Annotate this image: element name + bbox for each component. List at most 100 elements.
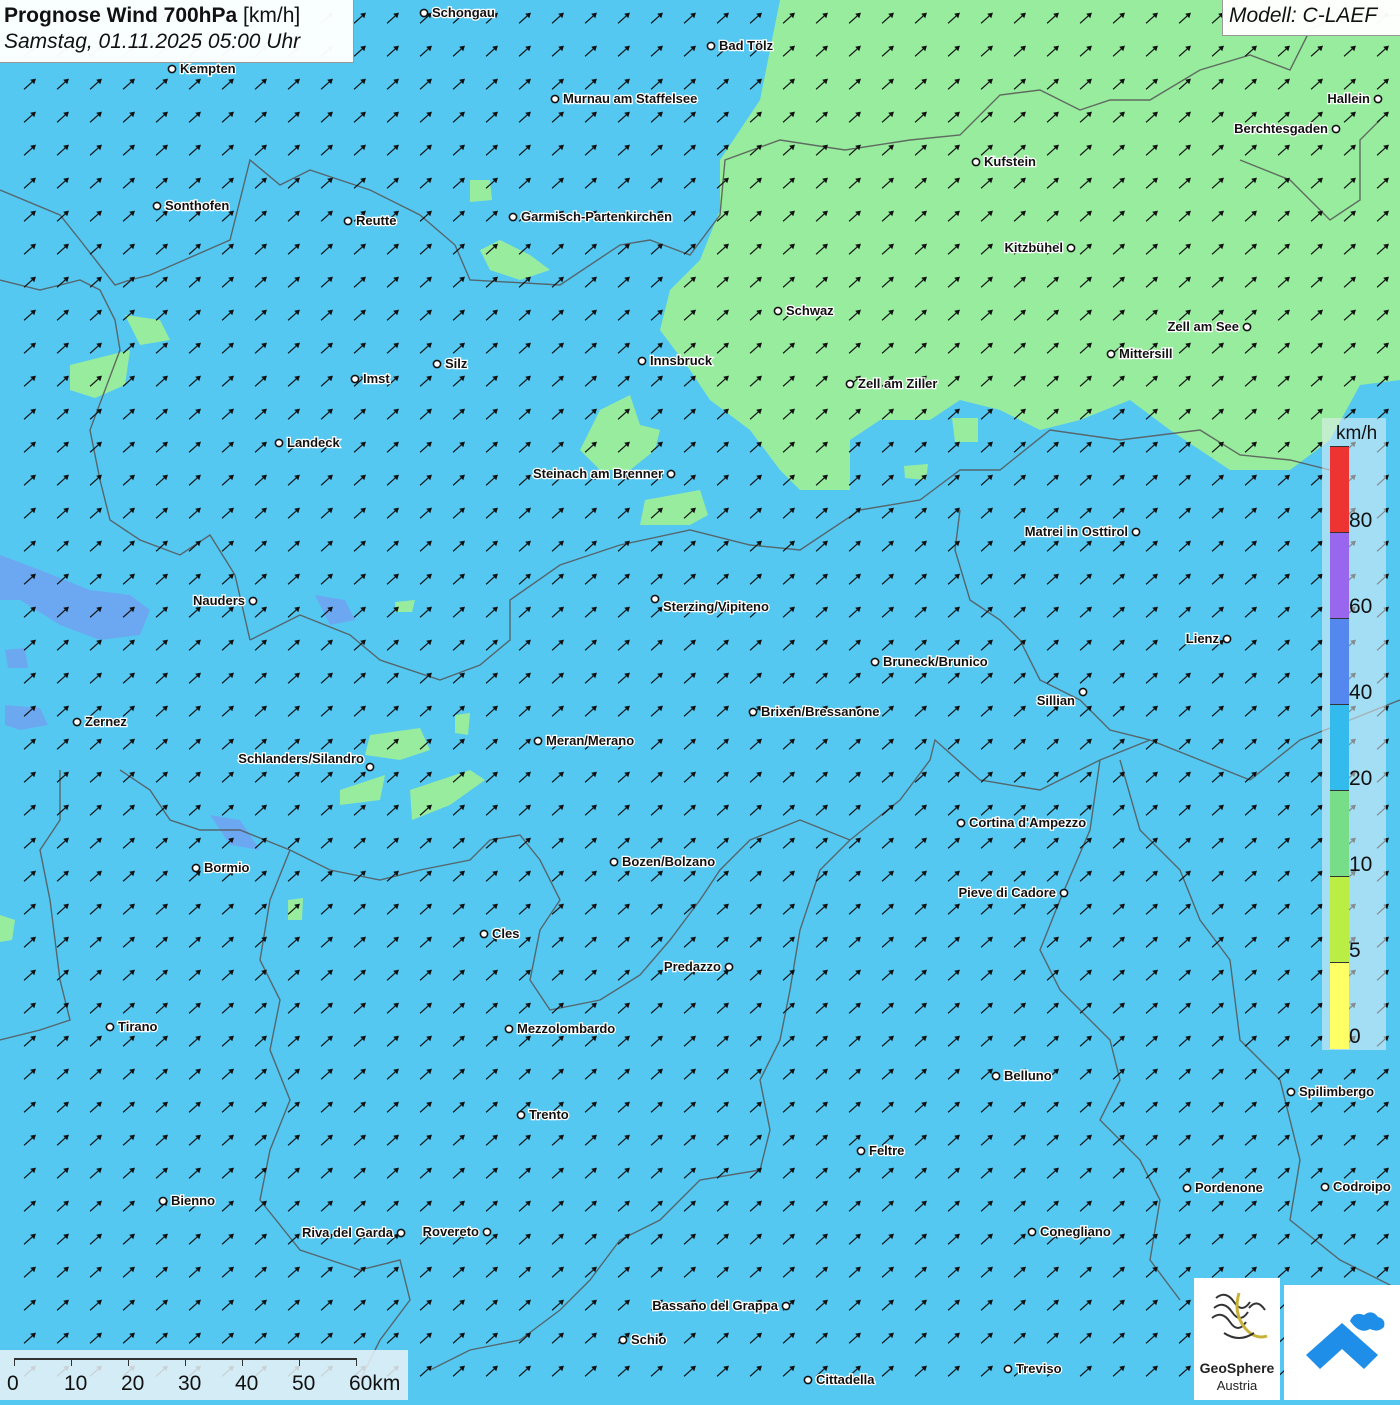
geosphere-country: Austria [1216, 1378, 1258, 1393]
scale-tick [242, 1358, 243, 1366]
calm-zone-small-4 [952, 418, 978, 442]
city-dot [748, 707, 758, 717]
city-dot [508, 212, 518, 222]
calm-zone-small-3 [395, 600, 415, 612]
city-dot [396, 1228, 406, 1238]
city-marker: Matrei in Osttirol [1023, 523, 1141, 540]
color-legend: km/h 80 60 40 20 10 5 0 [1322, 418, 1386, 1050]
legend-label: 60 [1349, 595, 1373, 618]
city-label: Bad Tölz [719, 38, 774, 53]
scale-bar: 0 10 20 30 40 50 60km [0, 1350, 408, 1400]
scale-tick [128, 1358, 129, 1366]
city-dot [72, 717, 82, 727]
city-marker: Innsbruck [637, 352, 714, 369]
legend-swatch [1330, 704, 1349, 791]
city-dot [666, 469, 676, 479]
city-label: Bruneck/Brunico [883, 654, 988, 669]
city-label: Zell am See [1167, 319, 1239, 334]
city-marker: Bassano del Grappa [651, 1297, 791, 1314]
city-label: Reutte [356, 213, 396, 228]
city-dot [870, 657, 880, 667]
city-label: Sonthofen [165, 198, 229, 213]
city-label: Treviso [1016, 1361, 1062, 1376]
scale-label: 20 [121, 1372, 145, 1395]
scale-label: 50 [292, 1372, 316, 1395]
city-label: Sterzing/Vipiteno [663, 599, 769, 614]
geosphere-emblem-icon [1211, 1292, 1268, 1339]
weather-app-icon [1306, 1312, 1385, 1369]
legend-swatch [1330, 876, 1349, 963]
city-label: Codroipo [1333, 1179, 1391, 1194]
city-dot [724, 962, 734, 972]
city-label: Bassano del Grappa [652, 1298, 778, 1313]
city-dot [773, 306, 783, 316]
city-marker: Riva del Garda [301, 1224, 406, 1241]
legend-label: 20 [1349, 767, 1373, 790]
calm-zone-small-6 [288, 898, 303, 920]
city-label: Belluno [1004, 1068, 1052, 1083]
city-label: Bozen/Bolzano [622, 854, 715, 869]
scale-tick [185, 1358, 186, 1366]
city-dot [248, 596, 258, 606]
city-dot [482, 1227, 492, 1237]
city-dot [191, 863, 201, 873]
legend-swatch [1330, 790, 1349, 877]
legend-swatch [1330, 446, 1349, 533]
city-label: Nauders [193, 593, 245, 608]
city-marker: Meran/Merano [533, 732, 635, 749]
city-marker: Cittadella [803, 1371, 877, 1388]
scale-label: 60km [349, 1372, 401, 1395]
city-dot [1182, 1183, 1192, 1193]
app-logo[interactable] [1284, 1285, 1400, 1400]
city-dot [1078, 687, 1088, 697]
city-label: Brixen/Bressanone [761, 704, 880, 719]
legend-swatch [1330, 962, 1349, 1049]
legend-swatch [1330, 618, 1349, 705]
city-label: Trento [529, 1107, 569, 1122]
city-label: Riva del Garda [302, 1225, 394, 1240]
city-label: Steinach am Brenner [533, 466, 663, 481]
model-label: Modell: C-LAEF [1222, 0, 1400, 36]
city-marker: Steinach am Brenner [532, 465, 676, 482]
city-label: Schwaz [786, 303, 834, 318]
city-dot [1027, 1227, 1037, 1237]
city-label: Silz [445, 356, 468, 371]
geosphere-name: GeoSphere [1199, 1360, 1275, 1376]
calm-zone-small-2 [455, 713, 470, 735]
map-title-unit: [km/h] [243, 4, 301, 27]
geosphere-logo[interactable]: GeoSphere Austria [1194, 1278, 1280, 1400]
city-dot [158, 1196, 168, 1206]
scale-label: 10 [64, 1372, 88, 1395]
city-dot [152, 201, 162, 211]
city-label: Garmisch-Partenkirchen [521, 209, 672, 224]
scale-label: 0 [7, 1372, 19, 1395]
scale-tick [356, 1358, 357, 1366]
city-dot [1066, 243, 1076, 253]
city-marker: Garmisch-Partenkirchen [508, 208, 673, 225]
calm-zone-small-1 [470, 180, 492, 202]
city-label: Matrei in Osttirol [1025, 524, 1128, 539]
city-label: Bormio [204, 860, 250, 875]
city-dot [504, 1024, 514, 1034]
city-marker: Murnau am Staffelsee [550, 90, 699, 107]
city-dot [1286, 1087, 1296, 1097]
city-dot [609, 857, 619, 867]
city-label: Kitzbühel [1005, 240, 1064, 255]
city-label: Schio [631, 1332, 666, 1347]
forecast-datetime: Samstag, 01.11.2025 05:00 Uhr [4, 30, 301, 53]
scale-tick [299, 1358, 300, 1366]
city-label: Mezzolombardo [517, 1021, 615, 1036]
city-label: Sillian [1037, 693, 1075, 708]
city-dot [274, 438, 284, 448]
wind-map[interactable]: Schongau Bad Tölz Kempten Murnau am Staffel… [0, 0, 1400, 1400]
city-dot [533, 736, 543, 746]
city-label: Schlanders/Silandro [238, 751, 364, 766]
city-dot [1106, 349, 1116, 359]
city-marker: Sterzing/Vipiteno [650, 594, 770, 615]
city-dot [167, 64, 177, 74]
city-label: Zernez [85, 714, 127, 729]
city-dot [1331, 124, 1341, 134]
scale-tick [71, 1358, 72, 1366]
city-label: Cittadella [816, 1372, 875, 1387]
city-label: Imst [363, 371, 390, 386]
